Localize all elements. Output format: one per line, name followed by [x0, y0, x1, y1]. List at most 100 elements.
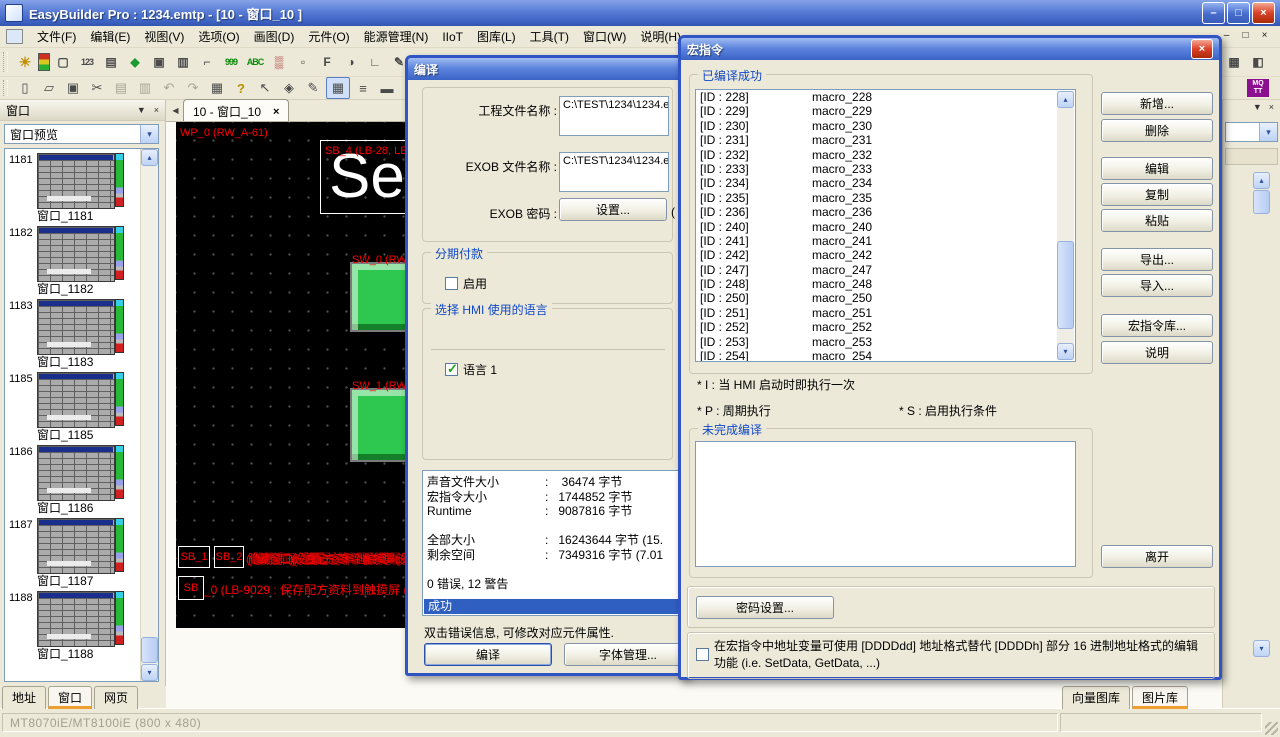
library-filter-field[interactable]	[1225, 148, 1278, 165]
toggle-switch-icon[interactable]: ⌐	[196, 52, 218, 72]
list-scrollbar[interactable]: ▴ ▾	[140, 149, 158, 681]
barcode-icon[interactable]: ▒	[268, 52, 290, 72]
password-settings-button[interactable]: 密码设置...	[696, 596, 834, 619]
save-icon[interactable]: ▣	[62, 78, 84, 98]
help-button[interactable]: 说明	[1101, 341, 1213, 364]
recipe-table-icon[interactable]: ▦	[1223, 52, 1245, 72]
scroll-up-icon[interactable]: ▴	[1253, 172, 1270, 189]
macro-list-item[interactable]: [ID : 229] macro_229	[696, 104, 1075, 118]
window-thumbnail[interactable]	[37, 518, 124, 572]
tab-close-icon[interactable]: ×	[273, 106, 279, 118]
macro-list[interactable]: [ID : 228] macro_228 [ID : 229] macro_22…	[695, 89, 1076, 362]
sb1-element[interactable]: SB_1	[178, 546, 210, 568]
menu-item[interactable]: 文件(F)	[30, 25, 83, 48]
macro-list-item[interactable]: [ID : 234] macro_234	[696, 176, 1075, 190]
panel-close-icon[interactable]: ×	[154, 105, 159, 115]
numeric-input-icon[interactable]: 123	[76, 52, 98, 72]
pending-list[interactable]	[695, 441, 1076, 567]
macro-list-item[interactable]: [ID : 235] macro_235	[696, 191, 1075, 205]
undo-icon[interactable]: ↶	[158, 78, 180, 98]
chevron-down-icon[interactable]: ▾	[1259, 123, 1277, 141]
close-button[interactable]: ×	[1252, 2, 1275, 24]
fill-color-icon[interactable]: ▬	[376, 78, 398, 98]
copy-icon[interactable]: ▤	[110, 78, 132, 98]
pen-icon[interactable]: ✎	[302, 78, 324, 98]
macro-list-item[interactable]: [ID : 250] macro_250	[696, 291, 1075, 305]
edit-button[interactable]: 编辑	[1101, 157, 1213, 180]
macro-list-scrollbar[interactable]: ▴ ▾	[1057, 91, 1074, 360]
frame-icon[interactable]: ▫	[292, 52, 314, 72]
password-set-button[interactable]: 设置...	[559, 198, 667, 221]
macro-list-item[interactable]: [ID : 248] macro_248	[696, 277, 1075, 291]
menu-item[interactable]: IIoT	[435, 27, 470, 47]
resize-grip[interactable]	[1265, 722, 1278, 735]
macro-list-item[interactable]: [ID : 247] macro_247	[696, 263, 1075, 277]
tab-address[interactable]: 地址	[2, 686, 46, 709]
menu-item[interactable]: 画图(D)	[247, 25, 302, 48]
panel-close-icon[interactable]: ×	[1269, 102, 1274, 118]
tab-webpage[interactable]: 网页	[94, 686, 138, 709]
window-list-item[interactable]: 1185 窗口_1185	[5, 368, 158, 441]
hmi-window-icon[interactable]: ▢	[52, 52, 74, 72]
dialog-title-bar[interactable]: 编译	[408, 58, 687, 80]
paste-icon[interactable]: ▥	[134, 78, 156, 98]
window-list-item[interactable]: 1181 窗口_1181	[5, 149, 158, 222]
context-help-icon[interactable]: ↖	[254, 78, 276, 98]
macro-list-item[interactable]: [ID : 230] macro_230	[696, 119, 1075, 133]
font-management-button[interactable]: 字体管理...	[564, 643, 692, 666]
menu-item[interactable]: 选项(O)	[191, 25, 246, 48]
redo-icon[interactable]: ↷	[182, 78, 204, 98]
menu-item[interactable]: 工具(T)	[523, 25, 576, 48]
minimize-button[interactable]: –	[1202, 2, 1225, 24]
tab-picture-library[interactable]: 图片库	[1132, 686, 1188, 709]
language1-checkbox[interactable]	[445, 363, 458, 376]
menu-item[interactable]: 编辑(E)	[83, 25, 137, 48]
enable-checkbox[interactable]	[445, 277, 458, 290]
scroll-up-icon[interactable]: ▴	[141, 149, 158, 166]
function-key-icon[interactable]: F	[316, 52, 338, 72]
macro-list-item[interactable]: [ID : 251] macro_251	[696, 306, 1075, 320]
menu-item[interactable]: 能源管理(N)	[357, 25, 436, 48]
scroll-thumb[interactable]	[1253, 190, 1270, 214]
help-icon[interactable]: ?	[230, 78, 252, 98]
address-format-checkbox[interactable]	[696, 648, 709, 661]
panel-menu-icon[interactable]: ▼	[137, 105, 146, 115]
exit-button[interactable]: 离开	[1101, 545, 1213, 568]
macro-list-item[interactable]: [ID : 254] macro_254	[696, 349, 1075, 362]
window-thumbnail[interactable]	[37, 153, 124, 207]
panel-menu-icon[interactable]: ▼	[1253, 102, 1262, 118]
window-thumbnail[interactable]	[37, 591, 124, 645]
window-thumbnail[interactable]	[37, 445, 124, 499]
menu-item[interactable]: 图库(L)	[470, 25, 523, 48]
library-select[interactable]: ▾	[1225, 122, 1278, 142]
window-list-item[interactable]: 1186 窗口_1186	[5, 441, 158, 514]
dialog-close-button[interactable]: ×	[1191, 39, 1213, 59]
macro-list-item[interactable]: [ID : 253] macro_253	[696, 335, 1075, 349]
note-window-icon[interactable]: ▥	[172, 52, 194, 72]
window-thumbnail[interactable]	[37, 226, 124, 280]
timer-icon[interactable]: ◑	[340, 52, 362, 72]
scroll-down-icon[interactable]: ▾	[141, 664, 158, 681]
paste-button[interactable]: 粘贴	[1101, 209, 1213, 232]
macro-list-item[interactable]: [ID : 233] macro_233	[696, 162, 1075, 176]
open-file-icon[interactable]: ▱	[38, 78, 60, 98]
toolbar-grip[interactable]	[3, 52, 8, 72]
sb2-element[interactable]: SB_2	[214, 546, 244, 568]
macro-list-item[interactable]: [ID : 241] macro_241	[696, 234, 1075, 248]
trend-display-icon[interactable]: ∟	[364, 52, 386, 72]
scroll-thumb[interactable]	[1057, 241, 1074, 329]
chevron-down-icon[interactable]: ▾	[140, 125, 158, 143]
delete-button[interactable]: 删除	[1101, 119, 1213, 142]
numeric-display-icon[interactable]: 999	[220, 52, 242, 72]
scroll-up-icon[interactable]: ▴	[1057, 91, 1074, 108]
new-file-icon[interactable]: ▯	[14, 78, 36, 98]
clipboard-view-icon[interactable]: ◧	[1247, 52, 1269, 72]
macro-list-item[interactable]: [ID : 228] macro_228	[696, 90, 1075, 104]
macro-list-item[interactable]: [ID : 242] macro_242	[696, 248, 1075, 262]
sb0-element[interactable]: SB	[178, 576, 204, 600]
success-row[interactable]: 成功	[424, 599, 678, 614]
touch-screen-icon[interactable]: ▣	[148, 52, 170, 72]
window-list-item[interactable]: 1188 窗口_1188	[5, 587, 158, 660]
compile-result-list[interactable]: 声音文件大小 : 36474 字节 宏指令大小 : 1744852 字节 Run…	[422, 470, 680, 616]
window-thumbnail[interactable]	[37, 372, 124, 426]
